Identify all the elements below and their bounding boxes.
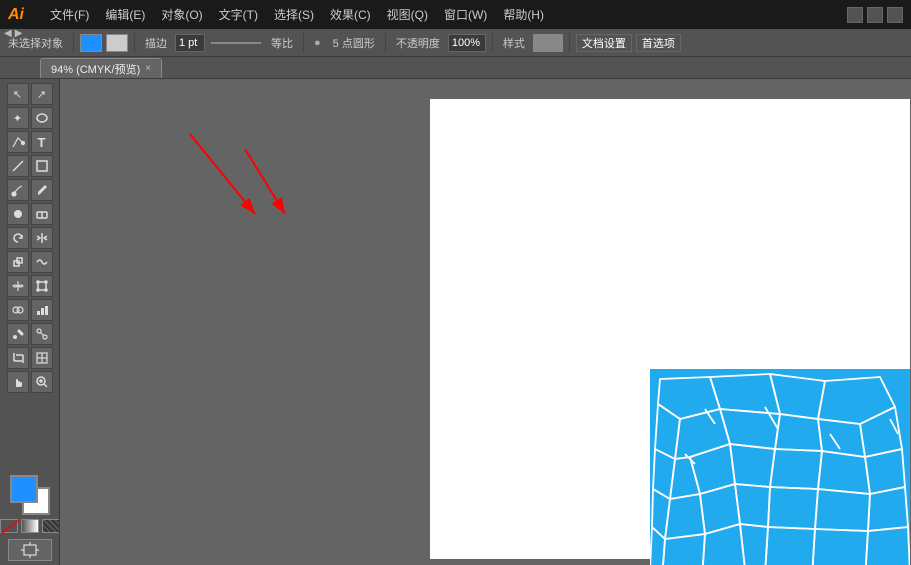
- tool-row-7: [7, 227, 53, 249]
- separator-4: [385, 33, 386, 53]
- tab-arrow-right[interactable]: ▶: [15, 28, 23, 39]
- line-tool[interactable]: [7, 155, 29, 177]
- opacity-input[interactable]: [448, 34, 486, 52]
- tool-row-3: T: [7, 131, 53, 153]
- separator-2: [134, 33, 135, 53]
- tool-row-9: [7, 275, 53, 297]
- menu-effect[interactable]: 效果(C): [324, 4, 377, 25]
- window-minimize[interactable]: [847, 7, 863, 23]
- free-transform-tool[interactable]: [31, 275, 53, 297]
- menu-view[interactable]: 视图(Q): [381, 4, 434, 25]
- stroke-width-input[interactable]: [175, 34, 205, 52]
- warp-tool[interactable]: [31, 251, 53, 273]
- tool-row-8: [7, 251, 53, 273]
- hand-tool[interactable]: [7, 371, 29, 393]
- doc-settings-button[interactable]: 文档设置: [576, 34, 632, 52]
- direct-select-tool[interactable]: ↗: [31, 83, 53, 105]
- width-tool[interactable]: [7, 275, 29, 297]
- voronoi-svg: [650, 369, 910, 565]
- options-toolbar: 未选择对象 描边 等比 ● 5 点圆形 不透明度 样式 文档设置 首选项: [0, 29, 911, 57]
- tool-row-11: [7, 323, 53, 345]
- tool-row-10: [7, 299, 53, 321]
- style-preview[interactable]: [533, 34, 563, 52]
- color-stack: [10, 475, 50, 515]
- separator-5: [492, 33, 493, 53]
- artboard-btn[interactable]: [8, 539, 52, 561]
- canvas-area: [60, 79, 911, 565]
- dot-label: ●: [310, 37, 325, 49]
- menu-bar: 文件(F) 编辑(E) 对象(O) 文字(T) 选择(S) 效果(C) 视图(Q…: [44, 4, 550, 25]
- color-swatches: [0, 471, 60, 565]
- chart-tool[interactable]: [31, 299, 53, 321]
- blend-tool[interactable]: [31, 323, 53, 345]
- tab-label: 94% (CMYK/预览): [51, 61, 140, 77]
- separator-3: [303, 33, 304, 53]
- tool-row-13: [7, 371, 53, 393]
- tool-row-4: [7, 155, 53, 177]
- blob-brush-tool[interactable]: [7, 203, 29, 225]
- tool-row-5: [7, 179, 53, 201]
- select-tool[interactable]: ↖: [7, 83, 29, 105]
- menu-object[interactable]: 对象(O): [155, 4, 208, 25]
- eyedropper-tool[interactable]: [7, 323, 29, 345]
- no-fill-icon[interactable]: [0, 519, 18, 533]
- stroke-label: 描边: [141, 35, 171, 51]
- tab-bar: ◀ ▶ 94% (CMYK/预览) ×: [0, 57, 911, 79]
- crop-tool[interactable]: [7, 347, 29, 369]
- stroke-color-box[interactable]: [106, 34, 128, 52]
- menu-text[interactable]: 文字(T): [213, 4, 264, 25]
- gradient-icon[interactable]: [21, 519, 39, 533]
- magic-wand-tool[interactable]: ✦: [7, 107, 29, 129]
- shape-builder-tool[interactable]: [7, 299, 29, 321]
- slice-tool[interactable]: [31, 347, 53, 369]
- text-tool[interactable]: T: [31, 131, 53, 153]
- reflect-tool[interactable]: [31, 227, 53, 249]
- pen-tool[interactable]: [7, 131, 29, 153]
- artboard-tool-bottom[interactable]: [8, 539, 52, 561]
- window-maximize[interactable]: [867, 7, 883, 23]
- pattern-icon[interactable]: [42, 519, 60, 533]
- window-close[interactable]: [887, 7, 903, 23]
- toolbox: ↖ ↗ ✦ T: [0, 79, 60, 565]
- tool-row-6: [7, 203, 53, 225]
- lasso-tool[interactable]: [31, 107, 53, 129]
- tool-row-2: ✦: [7, 107, 53, 129]
- tool-row-1: ↖ ↗: [7, 83, 53, 105]
- title-bar: Ai 文件(F) 编辑(E) 对象(O) 文字(T) 选择(S) 效果(C) 视…: [0, 0, 911, 29]
- scale-tool[interactable]: [7, 251, 29, 273]
- eraser-tool[interactable]: [31, 203, 53, 225]
- tab-arrow-left[interactable]: ◀: [4, 28, 12, 39]
- stroke-line-preview: [211, 42, 261, 44]
- zoom-tool[interactable]: [31, 371, 53, 393]
- points-label: 5 点圆形: [329, 35, 379, 51]
- menu-edit[interactable]: 编辑(E): [99, 4, 151, 25]
- voronoi-artwork: [650, 369, 910, 565]
- rotate-tool[interactable]: [7, 227, 29, 249]
- menu-window[interactable]: 窗口(W): [438, 4, 493, 25]
- document-tab[interactable]: 94% (CMYK/预览) ×: [40, 58, 162, 78]
- style-label: 样式: [499, 35, 529, 51]
- fill-color-box[interactable]: [80, 34, 102, 52]
- separator-1: [73, 33, 74, 53]
- brush-tool[interactable]: [7, 179, 29, 201]
- main-area: ↖ ↗ ✦ T: [0, 79, 911, 565]
- pencil-tool[interactable]: [31, 179, 53, 201]
- tab-close-button[interactable]: ×: [145, 63, 151, 74]
- foreground-color-swatch[interactable]: [10, 475, 38, 503]
- color-mode-icons: [0, 519, 60, 533]
- preferences-button[interactable]: 首选项: [636, 34, 681, 52]
- stroke-ratio-label: 等比: [267, 35, 297, 51]
- tool-row-12: [7, 347, 53, 369]
- opacity-label: 不透明度: [392, 35, 444, 51]
- shape-tool[interactable]: [31, 155, 53, 177]
- separator-6: [569, 33, 570, 53]
- menu-help[interactable]: 帮助(H): [497, 4, 550, 25]
- app-logo: Ai: [8, 6, 32, 24]
- menu-select[interactable]: 选择(S): [268, 4, 320, 25]
- menu-file[interactable]: 文件(F): [44, 4, 95, 25]
